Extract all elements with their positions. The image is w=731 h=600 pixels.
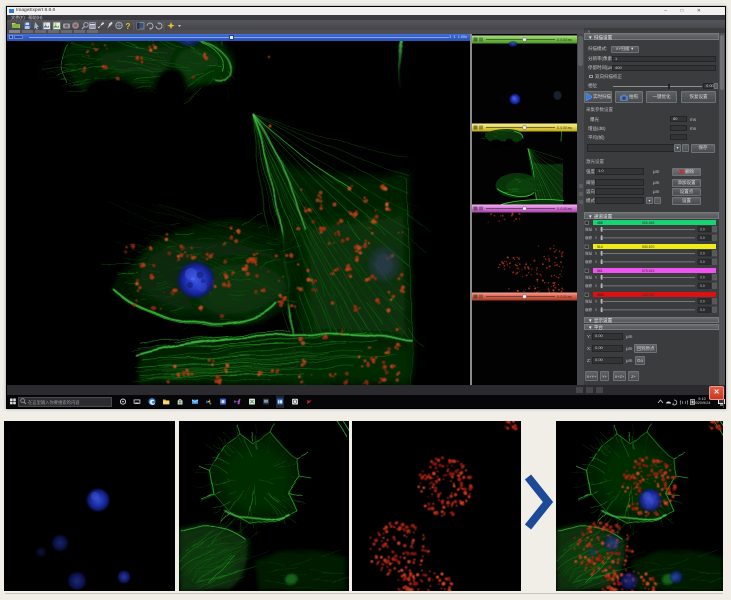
svg-text:偏移: 偏移 xyxy=(585,283,593,288)
svg-text:0.0: 0.0 xyxy=(700,260,705,264)
svg-text:0: 0 xyxy=(595,228,597,232)
svg-text:505-545: 505-545 xyxy=(642,221,655,225)
svg-text:增益: 增益 xyxy=(585,227,593,232)
svg-text:增益: 增益 xyxy=(585,275,593,280)
svg-text:0561: 0561 xyxy=(597,293,605,297)
svg-text:0. 0.00 ms: 0. 0.00 ms xyxy=(557,125,572,129)
svg-text:0. 0.00 ms: 0. 0.00 ms xyxy=(557,37,572,41)
svg-text:偏移: 偏移 xyxy=(585,259,593,264)
svg-text:增益: 增益 xyxy=(585,251,593,256)
svg-text:575-615: 575-615 xyxy=(642,269,655,273)
svg-text:0. 0.00 ms: 0. 0.00 ms xyxy=(557,294,572,298)
svg-text:0.0: 0.0 xyxy=(700,227,705,231)
svg-text:0.0: 0.0 xyxy=(700,308,705,312)
svg-text:530-570: 530-570 xyxy=(642,245,655,249)
svg-text:0.0: 0.0 xyxy=(700,284,705,288)
svg-text:增益: 增益 xyxy=(585,299,593,304)
svg-text:488: 488 xyxy=(597,221,603,225)
svg-text:0.0: 0.0 xyxy=(700,236,705,240)
svg-text:0: 0 xyxy=(595,236,597,240)
svg-text:514: 514 xyxy=(597,245,603,249)
svg-text:0. 0.00 ms: 0. 0.00 ms xyxy=(557,206,572,210)
svg-text:偏移: 偏移 xyxy=(585,235,593,240)
svg-text:0: 0 xyxy=(595,284,597,288)
svg-text:561: 561 xyxy=(597,269,603,273)
svg-text:640-690: 640-690 xyxy=(642,293,655,297)
svg-text:0.0: 0.0 xyxy=(700,251,705,255)
svg-text:偏移: 偏移 xyxy=(585,307,593,312)
svg-text:0: 0 xyxy=(595,300,597,304)
svg-text:0: 0 xyxy=(595,276,597,280)
svg-text:0.0: 0.0 xyxy=(700,299,705,303)
svg-text:0: 0 xyxy=(595,308,597,312)
svg-text:0: 0 xyxy=(595,252,597,256)
svg-text:?: ? xyxy=(126,22,131,30)
svg-text:0: 0 xyxy=(595,260,597,264)
svg-text:0.0: 0.0 xyxy=(700,275,705,279)
